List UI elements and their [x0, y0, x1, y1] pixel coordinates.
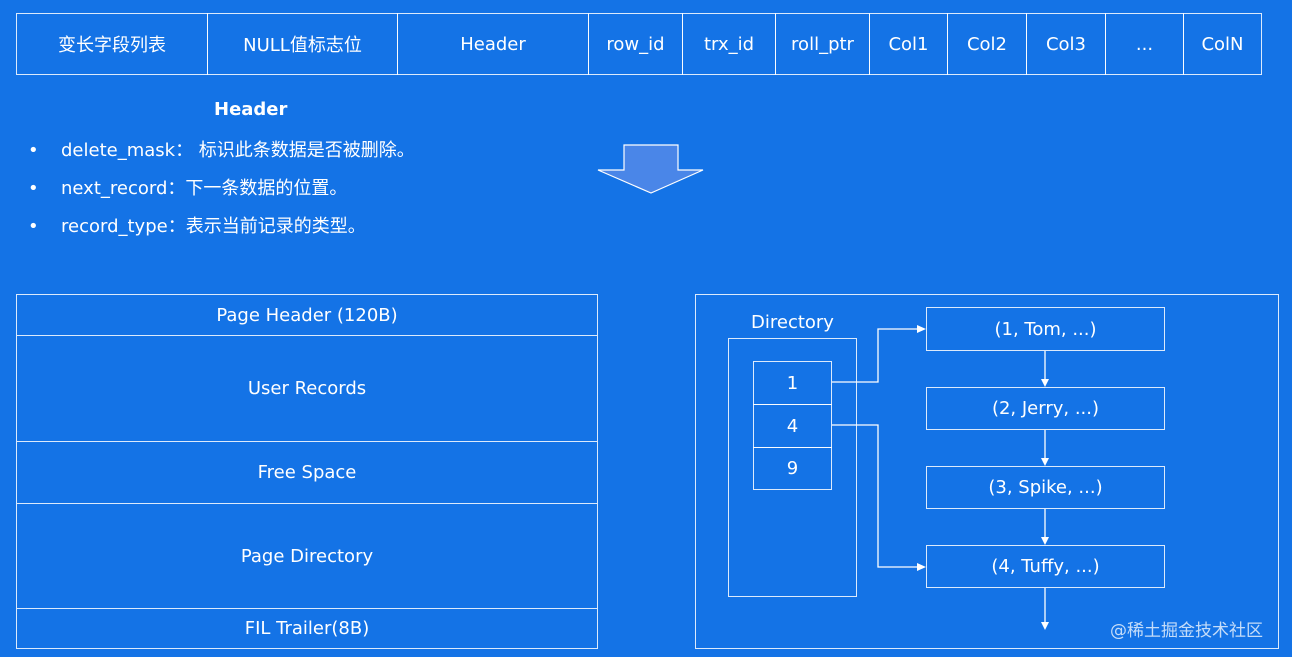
watermark: @稀土掘金技术社区 — [1110, 621, 1263, 641]
fil-trailer-row: FIL Trailer(8B) — [244, 618, 370, 639]
down-arrow-icon — [597, 144, 704, 194]
user-records-row: User Records — [17, 336, 597, 442]
record-node: (4, Tuffy, ...) — [926, 545, 1165, 588]
page-directory-row: Page Directory — [17, 504, 597, 609]
record-node: (1, Tom, ...) — [926, 307, 1165, 351]
record-node: (3, Spike, ...) — [926, 466, 1165, 509]
page-header-row: Page Header (120B) — [17, 295, 597, 336]
free-space-row: Free Space — [17, 442, 597, 504]
directory-slot: 4 — [753, 404, 832, 448]
directory-label: Directory — [751, 312, 834, 333]
record-node: (2, Jerry, ...) — [926, 387, 1165, 430]
page-structure: Page Header (120B) User Records Free Spa… — [16, 294, 598, 649]
directory-slot: 9 — [753, 447, 832, 490]
directory-slot: 1 — [753, 361, 832, 405]
